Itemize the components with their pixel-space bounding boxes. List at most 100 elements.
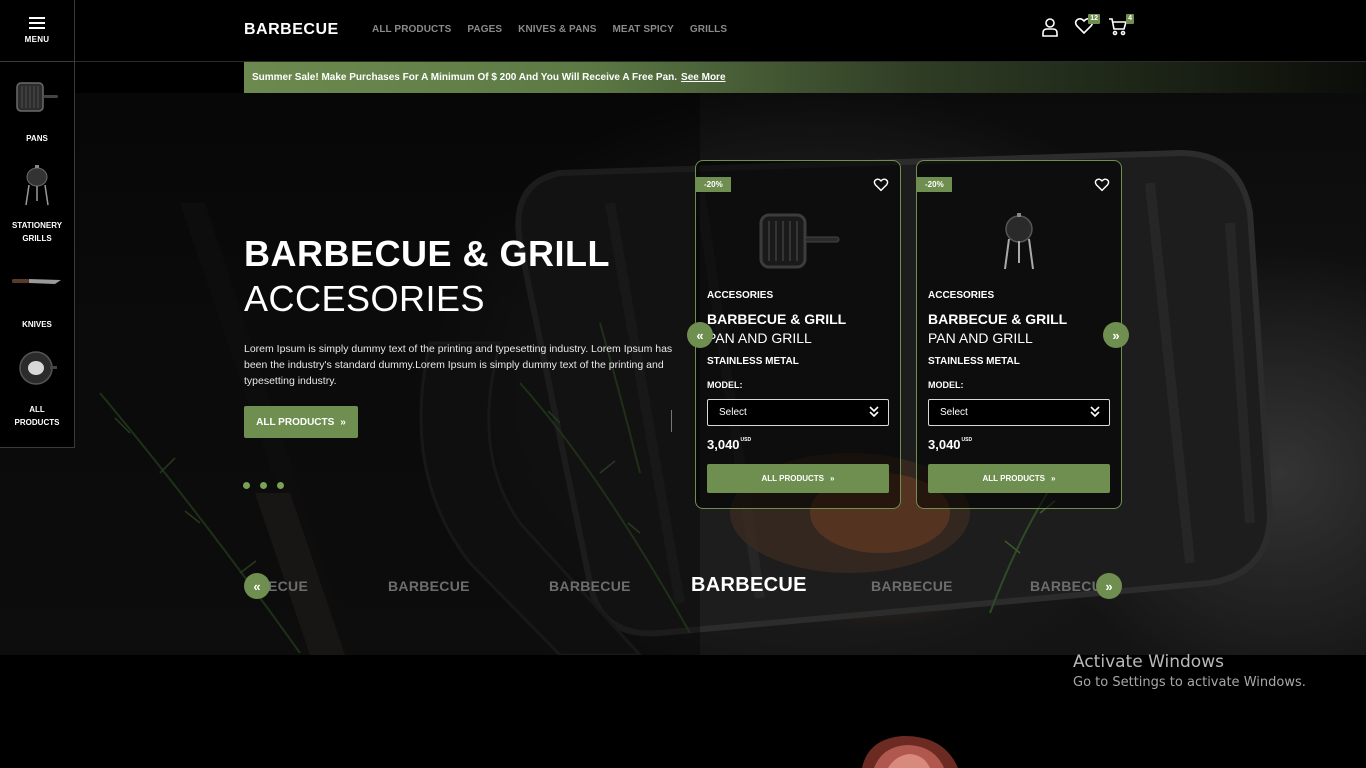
sidebar-item-pans[interactable]: PANS xyxy=(0,80,74,145)
double-chevron-right-icon: » xyxy=(1105,578,1113,594)
nav-grills[interactable]: GRILLS xyxy=(690,24,727,35)
pagination-dot-3[interactable] xyxy=(277,482,284,489)
product-material: STAINLESS METAL xyxy=(928,356,1020,367)
kettle-grill-product-image xyxy=(1004,213,1034,270)
divider xyxy=(671,410,672,432)
pagination-dot-2[interactable] xyxy=(260,482,267,489)
account-button[interactable] xyxy=(1040,16,1060,37)
product-category: ACCESORIES xyxy=(928,290,995,301)
main-nav: ALL PRODUCTS PAGES KNIVES & PANS MEAT SP… xyxy=(372,24,727,35)
double-chevron-right-icon: » xyxy=(1112,327,1120,343)
nav-meat-spicy[interactable]: MEAT SPICY xyxy=(613,24,674,35)
watermark-title: Activate Windows xyxy=(1073,652,1224,672)
knife-icon xyxy=(12,279,61,284)
menu-button[interactable]: MENU xyxy=(0,0,74,62)
menu-label: MENU xyxy=(24,35,50,44)
sidebar-item-label: PANS xyxy=(26,134,48,143)
heart-icon[interactable] xyxy=(873,177,889,192)
double-chevron-right-icon: » xyxy=(1051,474,1056,483)
price-currency: USD xyxy=(740,437,752,443)
brands-next-button[interactable]: » xyxy=(1096,573,1122,599)
model-select-value: Select xyxy=(940,407,968,418)
discount-badge: -20% xyxy=(917,177,952,192)
brands-prev-button[interactable]: « xyxy=(244,573,270,599)
wishlist-count-badge: 12 xyxy=(1088,14,1100,24)
double-chevron-right-icon: » xyxy=(830,474,835,483)
price-currency: USD xyxy=(961,437,973,443)
sidebar-item-all-products[interactable]: ALL PRODUCTS xyxy=(0,351,74,429)
hero-title-bold: BARBECUE & GRILL xyxy=(244,233,610,274)
price-value: 3,040 xyxy=(707,437,740,452)
sidebar-item-knives[interactable]: KNIVES xyxy=(0,276,74,331)
wishlist-button[interactable]: 12 xyxy=(1074,14,1100,36)
category-sidebar: MENU PANS STATIONERY GRILLS KNIVES ALL P… xyxy=(0,0,75,448)
brand-logo: BARBECUE xyxy=(388,578,470,594)
sidebar-item-label: PRODUCTS xyxy=(14,418,60,427)
header-actions: 12 4 xyxy=(1040,14,1134,37)
cart-count-badge: 4 xyxy=(1126,14,1134,24)
nav-all-products[interactable]: ALL PRODUCTS xyxy=(372,24,451,35)
price-value: 3,040 xyxy=(928,437,961,452)
chevron-down-icon xyxy=(1090,406,1100,418)
hamburger-icon xyxy=(29,17,45,29)
steak-image xyxy=(862,735,958,768)
sidebar-item-label: KNIVES xyxy=(22,320,52,329)
product-all-products-button[interactable]: ALL PRODUCTS » xyxy=(928,464,1110,493)
model-select-value: Select xyxy=(719,407,747,418)
promo-text: Summer Sale! Make Purchases For A Minimu… xyxy=(252,72,678,83)
promo-see-more-link[interactable]: See More xyxy=(681,72,725,83)
double-chevron-left-icon: « xyxy=(696,327,704,343)
products-prev-button[interactable]: « xyxy=(687,322,713,348)
sidebar-item-label: STATIONERY xyxy=(11,221,63,230)
site-header: BARBECUE ALL PRODUCTS PAGES KNIVES & PAN… xyxy=(75,0,1366,62)
model-select[interactable]: Select xyxy=(707,399,889,426)
brand-strip: ECUE BARBECUE BARBECUE BARBECUE BARBECUE… xyxy=(244,570,1122,602)
product-card[interactable]: -20% ACCESORIES BARBECUE & GRILL PAN AND… xyxy=(695,160,901,509)
pagination-dot-1[interactable] xyxy=(243,482,250,489)
grill-pan-icon xyxy=(16,82,58,112)
model-select[interactable]: Select xyxy=(928,399,1110,426)
user-icon xyxy=(1042,18,1058,37)
hero-section: BARBECUE & GRILL ACCESORIES Lorem Ipsum … xyxy=(0,93,1366,655)
sidebar-item-label: ALL xyxy=(29,405,45,414)
nav-knives-pans[interactable]: KNIVES & PANS xyxy=(518,24,596,35)
brand-logo: ECUE xyxy=(268,578,309,594)
heart-icon[interactable] xyxy=(1094,177,1110,192)
model-label: MODEL: xyxy=(707,380,743,390)
product-all-products-button[interactable]: ALL PRODUCTS » xyxy=(707,464,889,493)
promo-banner: Summer Sale! Make Purchases For A Minimu… xyxy=(244,62,1366,93)
product-price: 3,040USD xyxy=(928,437,972,452)
discount-badge: -20% xyxy=(696,177,731,192)
sidebar-item-label: GRILLS xyxy=(22,234,52,243)
product-subname: PAN AND GRILL xyxy=(707,330,812,346)
double-chevron-right-icon: » xyxy=(340,416,346,428)
product-card[interactable]: -20% ACCESORIES BARBECUE & GRILL PAN AND… xyxy=(916,160,1122,509)
windows-activation-watermark: Activate Windows Go to Settings to activ… xyxy=(1073,652,1306,690)
product-name: BARBECUE & GRILL xyxy=(707,311,847,327)
chevron-down-icon xyxy=(869,406,879,418)
round-pan-icon xyxy=(19,351,57,385)
watermark-subtitle: Go to Settings to activate Windows. xyxy=(1073,675,1306,690)
product-subname: PAN AND GRILL xyxy=(928,330,1033,346)
hero-button-label: ALL PRODUCTS xyxy=(256,416,335,428)
kettle-grill-icon xyxy=(25,165,49,206)
hero-description: Lorem Ipsum is simply dummy text of the … xyxy=(244,343,673,387)
grill-pan-product-image xyxy=(759,213,840,269)
button-label: ALL PRODUCTS xyxy=(761,474,825,483)
brand-logo-active: BARBECUE xyxy=(691,574,807,596)
cart-icon xyxy=(1109,18,1128,36)
product-material: STAINLESS METAL xyxy=(707,356,799,367)
product-price: 3,040USD xyxy=(707,437,751,452)
sidebar-item-stationery-grills[interactable]: STATIONERY GRILLS xyxy=(0,163,74,245)
hero-title-light: ACCESORIES xyxy=(244,278,486,319)
hero-all-products-button[interactable]: ALL PRODUCTS » xyxy=(244,406,358,438)
hero-pagination xyxy=(243,482,284,489)
button-label: ALL PRODUCTS xyxy=(982,474,1046,483)
products-next-button[interactable]: » xyxy=(1103,322,1129,348)
product-name: BARBECUE & GRILL xyxy=(928,311,1068,327)
double-chevron-left-icon: « xyxy=(253,578,261,594)
site-logo[interactable]: BARBECUE xyxy=(244,21,339,39)
nav-pages[interactable]: PAGES xyxy=(467,24,502,35)
model-label: MODEL: xyxy=(928,380,964,390)
cart-button[interactable]: 4 xyxy=(1108,14,1134,36)
